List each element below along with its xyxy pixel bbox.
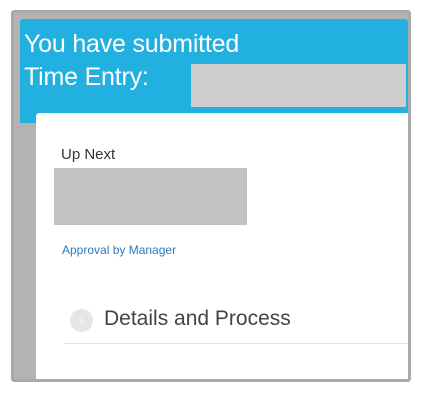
- redacted-time-entry-name: [191, 64, 406, 107]
- submission-header: You have submitted Time Entry:: [20, 19, 408, 123]
- details-and-process-toggle[interactable]: › Details and Process: [64, 303, 408, 344]
- header-title-line1: You have submitted: [24, 30, 240, 58]
- up-next-card: Up Next Approval by Manager › Details an…: [36, 113, 408, 379]
- dialog-frame: You have submitted Time Entry: Up Next A…: [11, 10, 411, 382]
- details-and-process-label: Details and Process: [104, 307, 291, 330]
- approval-by-manager-link[interactable]: Approval by Manager: [62, 243, 176, 257]
- chevron-right-icon: ›: [70, 309, 93, 332]
- redacted-next-step: [54, 168, 247, 225]
- up-next-label: Up Next: [61, 146, 116, 163]
